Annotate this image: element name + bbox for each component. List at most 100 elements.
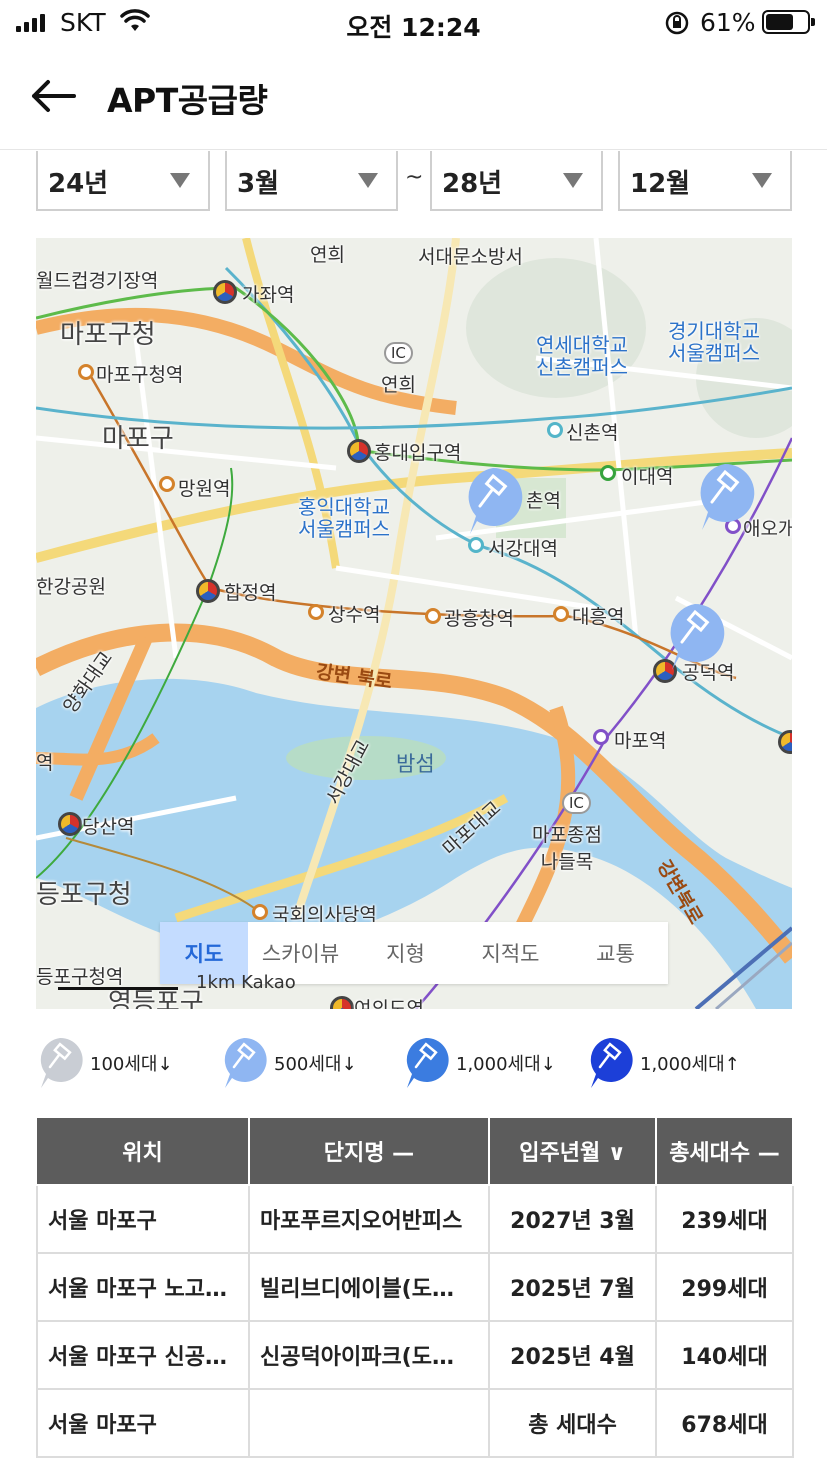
start-year-value: 24년 — [48, 169, 109, 199]
map-label: 가좌역 — [242, 284, 295, 306]
apt-supply-marker[interactable] — [694, 462, 756, 532]
map-label: 한강공원 — [36, 576, 106, 598]
cell-complex-name: 신공덕아이파크(도… — [248, 1320, 490, 1390]
ic-badge: IC — [562, 792, 591, 814]
table-row[interactable]: 서울 마포구 마포푸르지오어반피스 2027년 3월 239세대 — [36, 1184, 794, 1254]
column-header-complex-name[interactable]: 단지명 — — [249, 1116, 490, 1186]
station-marker — [347, 439, 371, 463]
station-marker — [252, 904, 268, 920]
station-marker — [159, 476, 175, 492]
end-month-select[interactable]: 12월 — [618, 151, 792, 211]
map-label: 역 — [36, 752, 54, 774]
map-label: 상수역 — [328, 604, 381, 626]
apt-supply-marker[interactable] — [462, 466, 524, 536]
back-arrow-icon[interactable] — [28, 76, 78, 116]
map-label: 여의도역 — [354, 998, 424, 1009]
cell-location: 서울 마포구 노고… — [36, 1252, 250, 1322]
legend-label: 1,000세대↑ — [640, 1054, 740, 1075]
column-header-move-in-date[interactable]: 입주년월 ∨ — [489, 1116, 657, 1186]
legend-label: 500세대↓ — [274, 1054, 357, 1075]
end-year-select[interactable]: 28년 — [430, 151, 603, 211]
station-marker — [593, 729, 609, 745]
map-label: 광흥창역 — [444, 608, 514, 630]
map-label: 대흥역 — [572, 606, 625, 628]
cell-complex-name — [248, 1388, 490, 1458]
status-bar: SKT 오전 12:24 61% — [0, 0, 827, 46]
legend: 100세대↓ 500세대↓ 1,000세대↓ 1,000세대↑ — [36, 1036, 796, 1090]
station-marker — [58, 812, 82, 836]
cell-total-units: 239세대 — [655, 1184, 794, 1254]
map-label: 마포종점 나들목 — [532, 824, 602, 873]
table-header-row: 위치 단지명 — 입주년월 ∨ 총세대수 — — [37, 1116, 794, 1186]
apt-supply-marker[interactable] — [664, 602, 726, 672]
cell-total-units: 299세대 — [655, 1252, 794, 1322]
station-marker — [308, 604, 324, 620]
map-scale-label: 1km Kakao — [196, 972, 296, 993]
station-marker — [600, 465, 616, 481]
map-label: 촌역 — [526, 490, 561, 512]
table-row[interactable]: 서울 마포구 노고… 빌리브디에이블(도… 2025년 7월 299세대 — [36, 1252, 794, 1322]
map-label: 망원역 — [178, 478, 231, 500]
supply-table: 위치 단지명 — 입주년월 ∨ 총세대수 — 서울 마포구 마포푸르지오어반피스… — [36, 1116, 794, 1458]
end-month-value: 12월 — [630, 169, 691, 199]
map-label: 마포구청 — [60, 320, 156, 350]
table-row[interactable]: 서울 마포구 신공… 신공덕아이파크(도… 2025년 4월 140세대 — [36, 1320, 794, 1390]
map-label: 마포구청역 — [96, 364, 184, 386]
map-label: 이대역 — [621, 466, 674, 488]
map-label: 신촌역 — [566, 422, 619, 444]
station-marker — [196, 579, 220, 603]
total-units-value: 678세대 — [655, 1388, 794, 1458]
station-marker — [553, 606, 569, 622]
app-header: APT공급량 — [0, 46, 827, 150]
map-label: 홍익대학교 서울캠퍼스 — [298, 495, 390, 541]
cell-move-in-date: 2025년 4월 — [488, 1320, 657, 1390]
cell-location: 서울 마포구 — [36, 1184, 250, 1254]
legend-label: 1,000세대↓ — [456, 1054, 556, 1075]
ic-badge: IC — [384, 342, 413, 364]
gavel-pin-icon — [40, 1037, 83, 1088]
table-total-row: 서울 마포구 총 세대수 678세대 — [36, 1388, 794, 1458]
cell-location: 서울 마포구 신공… — [36, 1320, 250, 1390]
column-header-location: 위치 — [37, 1116, 250, 1186]
station-marker — [78, 364, 94, 380]
map-label: 서대문소방서 — [418, 246, 523, 268]
cell-complex-name: 빌리브디에이블(도… — [248, 1252, 490, 1322]
end-year-value: 28년 — [442, 169, 503, 199]
start-month-select[interactable]: 3월 — [225, 151, 398, 211]
gavel-pin-icon — [406, 1037, 449, 1088]
cell-total-units: 140세대 — [655, 1320, 794, 1390]
map-label: 마포역 — [614, 730, 667, 752]
legend-item: 1,000세대↓ — [402, 1036, 556, 1090]
dropdown-arrow-icon — [752, 173, 772, 188]
battery-percent: 61% — [700, 8, 756, 37]
station-marker — [468, 537, 484, 553]
tab-cadastral[interactable]: 지적도 — [458, 922, 563, 984]
total-units-label: 총 세대수 — [488, 1388, 657, 1458]
start-month-value: 3월 — [237, 169, 280, 199]
cell-move-in-date: 2027년 3월 — [488, 1184, 657, 1254]
gavel-pin-icon — [590, 1037, 633, 1088]
map-label: 홍대입구역 — [374, 442, 462, 464]
gavel-pin-icon — [224, 1037, 267, 1088]
legend-item: 500세대↓ — [220, 1036, 357, 1090]
map-label: 연세대학교 신촌캠퍼스 — [536, 333, 628, 379]
station-marker — [547, 422, 563, 438]
column-header-total-units[interactable]: 총세대수 — — [656, 1116, 794, 1186]
map-label: 서강대역 — [488, 538, 558, 560]
map-label: 연희 — [310, 244, 345, 266]
cell-location: 서울 마포구 — [36, 1388, 250, 1458]
range-separator: ~ — [405, 165, 424, 190]
map-label: 합정역 — [224, 582, 277, 604]
map-label: 밤섬 — [396, 752, 435, 776]
tab-terrain[interactable]: 지형 — [353, 922, 458, 984]
tab-traffic[interactable]: 교통 — [563, 922, 668, 984]
dropdown-arrow-icon — [170, 173, 190, 188]
cell-complex-name: 마포푸르지오어반피스 — [248, 1184, 490, 1254]
map-label: 마포구 — [102, 424, 174, 454]
start-year-select[interactable]: 24년 — [36, 151, 210, 211]
map-view[interactable]: 연희 서대문소방서 월드컵경기장역 가좌역 마포구청 마포구청역 IC 연희 연… — [36, 238, 792, 1009]
page-title: APT공급량 — [107, 81, 268, 120]
station-marker — [213, 280, 237, 304]
station-marker — [425, 608, 441, 624]
legend-item: 1,000세대↑ — [586, 1036, 740, 1090]
